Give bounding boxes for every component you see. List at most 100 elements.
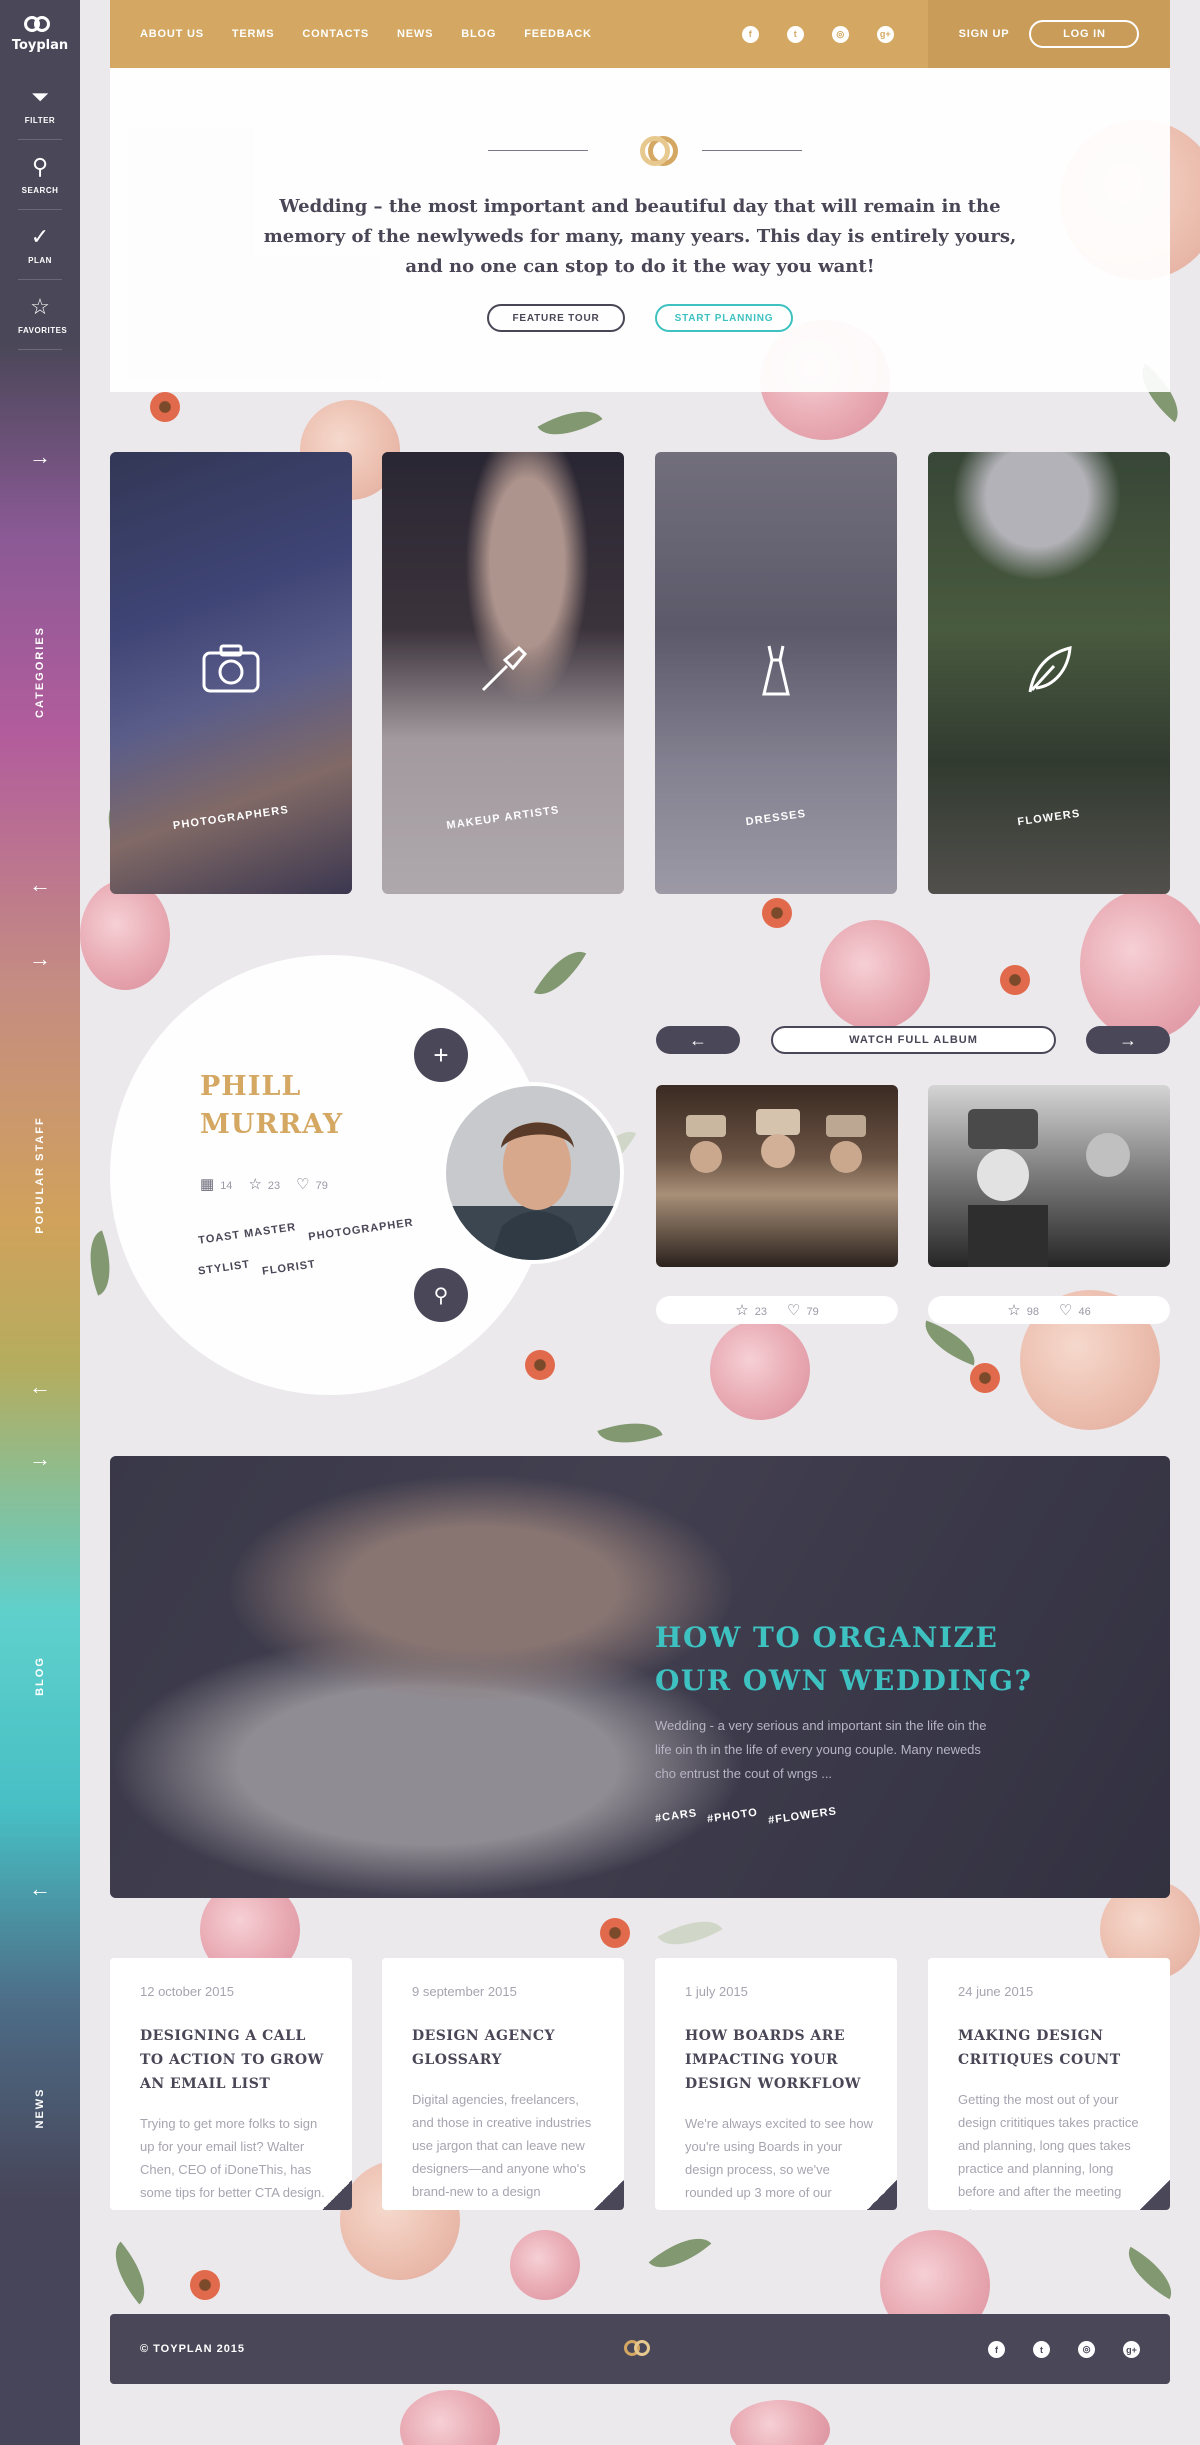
category-card-dresses[interactable]: DRESSES xyxy=(655,452,897,894)
sidebar-section-news[interactable]: NEWS xyxy=(34,2088,46,2129)
main-nav: ABOUT US TERMS CONTACTS NEWS BLOG FEEDBA… xyxy=(110,28,592,40)
arrow-right-icon[interactable]: → xyxy=(0,1446,80,1472)
watch-full-album-button[interactable]: WATCH FULL ALBUM xyxy=(771,1026,1056,1054)
dress-icon xyxy=(655,642,897,709)
sidebar-item-label: PLAN xyxy=(28,256,52,265)
star-icon[interactable]: ☆ xyxy=(735,1302,748,1319)
category-card-makeup-artists[interactable]: MAKEUP ARTISTS xyxy=(382,452,624,894)
album-photo-stats: ☆ 98 ♡ 46 xyxy=(928,1296,1170,1324)
twitter-icon[interactable]: t xyxy=(786,25,804,43)
arrow-left-icon[interactable]: ← xyxy=(0,872,80,898)
hero-buttons: FEATURE TOUR START PLANNING xyxy=(110,304,1170,332)
add-button[interactable]: + xyxy=(414,1028,468,1082)
facebook-icon[interactable]: f xyxy=(741,25,759,43)
profile-name[interactable]: PHILL MURRAY xyxy=(200,1068,400,1144)
login-button[interactable]: LOG IN xyxy=(1029,20,1140,48)
post-date: 1 july 2015 xyxy=(685,1984,748,1999)
album-photo[interactable] xyxy=(928,1085,1170,1267)
nav-contacts[interactable]: CONTACTS xyxy=(302,28,369,40)
copyright: © TOYPLAN 2015 xyxy=(140,2343,246,2355)
sidebar-item-label: FILTER xyxy=(24,116,56,125)
footer-social: f t ◎ g+ xyxy=(988,2341,1140,2358)
corner-fold-icon xyxy=(1140,2180,1170,2210)
instagram-icon[interactable]: ◎ xyxy=(831,25,849,43)
avatar[interactable] xyxy=(442,1082,624,1264)
album-photo[interactable] xyxy=(656,1085,898,1267)
logo[interactable]: Toyplan xyxy=(0,14,80,54)
post-title[interactable]: MAKING DESIGN CRITIQUES COUNT xyxy=(958,2024,1148,2072)
sidebar-section-blog[interactable]: BLOG xyxy=(34,1656,46,1696)
blog-post-card[interactable]: 9 september 2015 DESIGN AGENCY GLOSSARY … xyxy=(382,1958,624,2210)
blog-post-card[interactable]: 24 june 2015 MAKING DESIGN CRITIQUES COU… xyxy=(928,1958,1170,2210)
google-plus-icon[interactable]: g+ xyxy=(1123,2341,1140,2358)
sidebar-item-plan[interactable]: ✓ PLAN xyxy=(18,210,62,280)
twitter-icon[interactable]: t xyxy=(1033,2341,1050,2358)
post-title[interactable]: DESIGNING A CALL TO ACTION TO GROW AN EM… xyxy=(140,2024,330,2096)
sidebar-section-categories[interactable]: CATEGORIES xyxy=(34,626,46,718)
wedding-rings-icon xyxy=(618,134,678,168)
signup-link[interactable]: SIGN UP xyxy=(959,28,1010,40)
nav-terms[interactable]: TERMS xyxy=(232,28,275,40)
star-icon[interactable]: ☆ xyxy=(1007,1302,1020,1319)
divider xyxy=(702,150,802,151)
facebook-icon[interactable]: f xyxy=(988,2341,1005,2358)
sidebar-item-label: FAVORITES xyxy=(18,326,68,335)
nav-blog[interactable]: BLOG xyxy=(461,28,496,40)
category-card-flowers[interactable]: FLOWERS xyxy=(928,452,1170,894)
top-navigation: ABOUT US TERMS CONTACTS NEWS BLOG FEEDBA… xyxy=(110,0,1170,68)
leaf-icon xyxy=(928,642,1170,709)
feature-tour-button[interactable]: FEATURE TOUR xyxy=(487,304,625,332)
check-circle-icon: ✓ xyxy=(30,224,50,249)
featured-blog-post[interactable]: HOW TO ORGANIZE OUR OWN WEDDING? Wedding… xyxy=(110,1456,1170,1898)
post-date: 12 october 2015 xyxy=(140,1984,234,1999)
blog-post-card[interactable]: 12 october 2015 DESIGNING A CALL TO ACTI… xyxy=(110,1958,352,2210)
profile-first-name: PHILL xyxy=(200,1071,302,1102)
hero-card: Wedding – the most important and beautif… xyxy=(110,68,1170,392)
filter-icon: ⏷ xyxy=(31,84,49,109)
album-prev-button[interactable]: ← xyxy=(656,1026,740,1054)
makeup-brush-icon xyxy=(382,642,624,709)
arrow-left-icon[interactable]: ← xyxy=(0,1876,80,1902)
category-card-photographers[interactable]: PHOTOGRAPHERS xyxy=(110,452,352,894)
instagram-icon[interactable]: ◎ xyxy=(1078,2341,1095,2358)
featured-title[interactable]: HOW TO ORGANIZE OUR OWN WEDDING? xyxy=(655,1616,1075,1702)
post-title[interactable]: DESIGN AGENCY GLOSSARY xyxy=(412,2024,602,2072)
album-photo-stats: ☆ 23 ♡ 79 xyxy=(656,1296,898,1324)
arrow-right-icon[interactable]: → xyxy=(0,444,80,470)
featured-excerpt: Wedding - a very serious and important s… xyxy=(655,1718,987,1781)
divider xyxy=(488,150,588,151)
start-planning-button[interactable]: START PLANNING xyxy=(655,304,793,332)
post-title[interactable]: HOW BOARDS ARE IMPACTING YOUR DESIGN WOR… xyxy=(685,2024,875,2096)
nav-about-us[interactable]: ABOUT US xyxy=(140,28,204,40)
nav-feedback[interactable]: FEEDBACK xyxy=(524,28,592,40)
auth-panel: SIGN UP LOG IN xyxy=(928,0,1170,68)
arrow-right-icon[interactable]: → xyxy=(0,946,80,972)
album-next-button[interactable]: → xyxy=(1086,1026,1170,1054)
search-icon: ⚲ xyxy=(31,154,49,179)
sidebar-nav: ⏷ FILTER ⚲ SEARCH ✓ PLAN ☆ FAVORITES xyxy=(0,70,80,350)
likes-stat: ♡ 79 xyxy=(296,1176,328,1193)
post-excerpt: We're always excited to see how you're u… xyxy=(685,2116,873,2210)
corner-fold-icon xyxy=(867,2180,897,2210)
nav-news[interactable]: NEWS xyxy=(397,28,433,40)
profile-last-name: MURRAY xyxy=(200,1109,344,1140)
calendar-icon: ▦ xyxy=(200,1176,215,1193)
corner-fold-icon xyxy=(594,2180,624,2210)
stars-stat: ☆ 23 xyxy=(248,1176,281,1193)
arrow-left-icon[interactable]: ← xyxy=(0,1374,80,1400)
sidebar-item-favorites[interactable]: ☆ FAVORITES xyxy=(18,280,68,350)
sidebar-item-search[interactable]: ⚲ SEARCH xyxy=(18,140,62,210)
heart-icon: ♡ xyxy=(296,1176,310,1193)
post-excerpt: Digital agencies, freelancers, and those… xyxy=(412,2092,592,2199)
search-icon[interactable]: ⚲ xyxy=(414,1268,468,1322)
footer: © TOYPLAN 2015 f t ◎ g+ xyxy=(110,2314,1170,2384)
blog-post-card[interactable]: 1 july 2015 HOW BOARDS ARE IMPACTING YOU… xyxy=(655,1958,897,2210)
sidebar-item-filter[interactable]: ⏷ FILTER xyxy=(18,70,62,140)
heart-icon[interactable]: ♡ xyxy=(1059,1302,1072,1319)
google-plus-icon[interactable]: g+ xyxy=(876,25,894,43)
header-social: f t ◎ g+ xyxy=(741,25,894,43)
sidebar-section-popular-staff[interactable]: POPULAR STAFF xyxy=(34,1116,46,1233)
camera-icon xyxy=(110,642,352,705)
post-excerpt: Trying to get more folks to sign up for … xyxy=(140,2116,325,2200)
heart-icon[interactable]: ♡ xyxy=(787,1302,800,1319)
